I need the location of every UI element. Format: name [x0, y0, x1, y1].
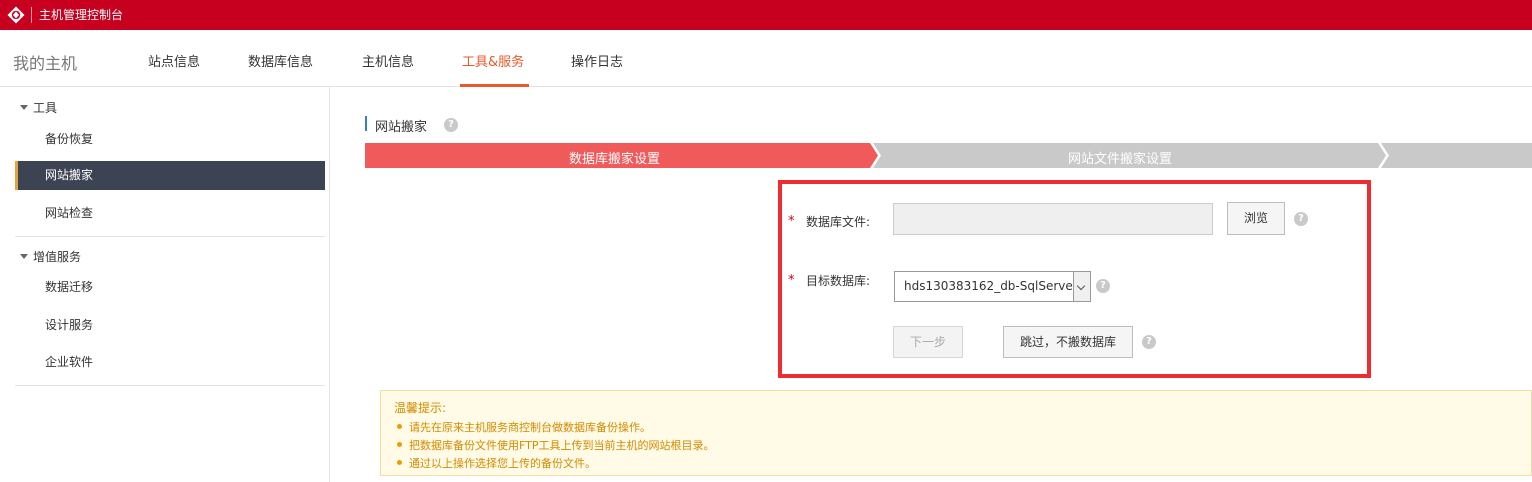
sidebar-item-backup-restore[interactable]: 备份恢复 [15, 125, 325, 154]
huawei-logo-icon [7, 6, 25, 24]
step-1-label: 数据库搬家设置 [569, 152, 661, 167]
tip-item: 请先在原来主机服务商控制台做数据库备份操作。 [397, 419, 651, 435]
tip-text: 请先在原来主机服务商控制台做数据库备份操作。 [409, 421, 651, 434]
chevron-down-icon[interactable] [1073, 272, 1090, 301]
brand-title: 我的主机 [13, 54, 78, 73]
tab-tools-services[interactable]: 工具&服务 [462, 51, 524, 70]
sidebar-group-value-added[interactable]: 增值服务 [20, 248, 81, 265]
help-icon[interactable]: ? [444, 118, 458, 132]
bullet-icon [397, 424, 402, 429]
sidebar: 工具 备份恢复 网站搬家 网站检查 增值服务 数据迁移 设计服务 企业软件 [0, 87, 330, 482]
bullet-icon [397, 442, 402, 447]
help-icon[interactable]: ? [1294, 212, 1308, 226]
tips-panel: 温馨提示: 请先在原来主机服务商控制台做数据库备份操作。 把数据库备份文件使用F… [380, 390, 1532, 476]
active-tab-indicator [460, 84, 529, 87]
sidebar-item-data-migration[interactable]: 数据迁移 [15, 273, 325, 302]
tips-title: 温馨提示: [394, 401, 447, 415]
skip-database-button[interactable]: 跳过，不搬数据库 [1003, 326, 1133, 358]
sidebar-divider [15, 236, 325, 237]
db-file-input[interactable] [893, 203, 1213, 235]
tab-operation-log[interactable]: 操作日志 [571, 51, 623, 70]
triangle-down-icon [20, 105, 28, 110]
tip-text: 通过以上操作选择您上传的备份文件。 [409, 457, 596, 470]
tab-host-info[interactable]: 主机信息 [362, 51, 414, 70]
sidebar-item-enterprise-software[interactable]: 企业软件 [15, 348, 325, 377]
tip-item: 通过以上操作选择您上传的备份文件。 [397, 455, 596, 471]
db-file-label: 数据库文件: [806, 215, 871, 229]
sidebar-group-tools[interactable]: 工具 [20, 99, 57, 116]
help-icon[interactable]: ? [1096, 279, 1110, 293]
step-arrows [365, 143, 1532, 168]
step-2-label: 网站文件搬家设置 [1068, 152, 1173, 167]
sidebar-group-label: 工具 [33, 101, 58, 115]
sidebar-group-label: 增值服务 [33, 250, 82, 264]
target-db-select[interactable]: hds130383162_db-SqlServer [894, 271, 1091, 302]
top-bar: 主机管理控制台 [0, 0, 1532, 30]
target-db-value: hds130383162_db-SqlServer [904, 279, 1078, 293]
help-icon[interactable]: ? [1142, 335, 1156, 349]
tip-item: 把数据库备份文件使用FTP工具上传到当前主机的网站根目录。 [397, 437, 714, 453]
divider [31, 7, 32, 23]
required-mark: * [788, 214, 795, 229]
sidebar-divider [15, 385, 325, 386]
section-title: 网站搬家 [375, 120, 428, 135]
step-progress: 数据库搬家设置 网站文件搬家设置 [365, 143, 1532, 168]
tip-text: 把数据库备份文件使用FTP工具上传到当前主机的网站根目录。 [409, 439, 715, 452]
bullet-icon [397, 460, 402, 465]
main-nav: 我的主机 站点信息 数据库信息 主机信息 工具&服务 操作日志 [0, 30, 1532, 87]
tab-database-info[interactable]: 数据库信息 [248, 51, 313, 70]
step-3-shape [1381, 143, 1532, 168]
next-step-button[interactable]: 下一步 [893, 326, 963, 358]
target-db-label: 目标数据库: [806, 274, 871, 288]
required-mark: * [788, 273, 795, 288]
triangle-down-icon [20, 254, 28, 259]
browse-button[interactable]: 浏览 [1227, 202, 1285, 235]
sidebar-item-design-service[interactable]: 设计服务 [15, 311, 325, 340]
sidebar-item-site-check[interactable]: 网站检查 [15, 199, 325, 228]
console-title: 主机管理控制台 [39, 8, 124, 22]
tab-site-info[interactable]: 站点信息 [148, 51, 200, 70]
section-accent-bar [365, 116, 367, 131]
sidebar-item-site-migration[interactable]: 网站搬家 [15, 161, 325, 190]
